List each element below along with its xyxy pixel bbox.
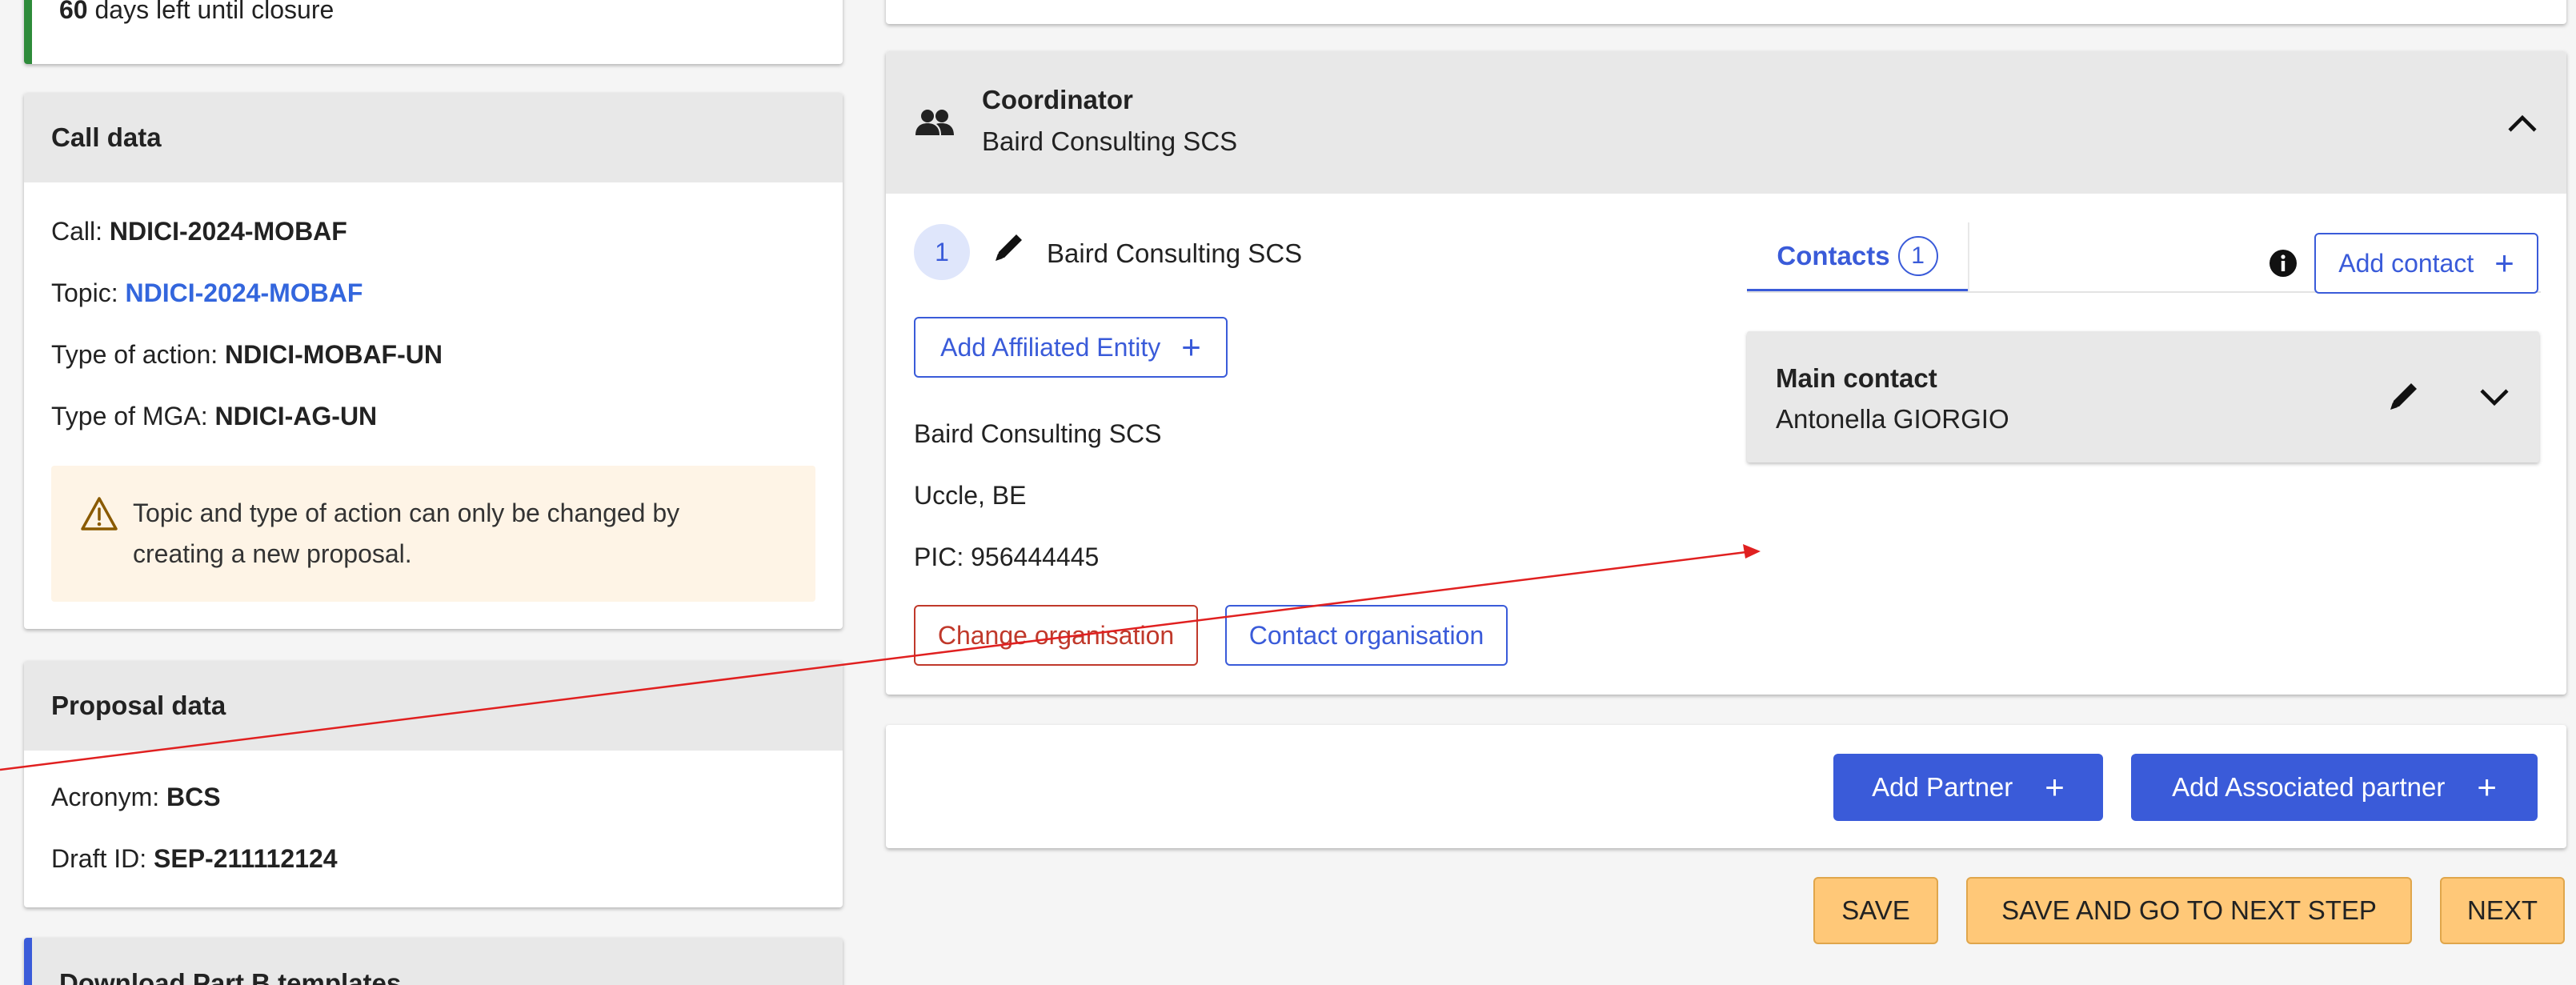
add-partner-label: Add Partner bbox=[1872, 772, 2013, 802]
warning-box: Topic and type of action can only be cha… bbox=[51, 466, 815, 602]
add-associated-partner-button[interactable]: Add Associated partner + bbox=[2131, 754, 2538, 821]
address-city: Uccle, BE bbox=[914, 481, 1027, 510]
chevron-up-icon[interactable] bbox=[2507, 114, 2538, 133]
main-contact-title: Main contact bbox=[1776, 363, 1937, 393]
accent-bar bbox=[24, 938, 32, 985]
add-associated-partner-label: Add Associated partner bbox=[2172, 772, 2446, 802]
type-of-action-row: Type of action: NDICI-MOBAF-UN bbox=[51, 340, 443, 369]
add-affiliated-entity-label: Add Affiliated Entity bbox=[940, 332, 1161, 362]
previous-section-card bbox=[886, 0, 2566, 24]
proposal-data-header: Proposal data bbox=[24, 661, 843, 751]
contact-organisation-label: Contact organisation bbox=[1248, 620, 1484, 650]
main-contact-panel[interactable]: Main contact Antonella GIORGIO bbox=[1747, 331, 2539, 462]
next-label: NEXT bbox=[2466, 895, 2538, 925]
warning-text: Topic and type of action can only be cha… bbox=[133, 499, 680, 568]
main-contact-name: Antonella GIORGIO bbox=[1776, 404, 2009, 434]
contacts-count-badge: 1 bbox=[1897, 235, 1938, 276]
topic-link[interactable]: NDICI-2024-MOBAF bbox=[125, 278, 363, 307]
plus-icon: + bbox=[2045, 768, 2065, 806]
acronym-row: Acronym: BCS bbox=[51, 783, 221, 811]
status-bar bbox=[24, 0, 32, 64]
entity-number-badge: 1 bbox=[914, 224, 970, 280]
save-and-next-button[interactable]: SAVE AND GO TO NEXT STEP bbox=[1966, 877, 2412, 944]
plus-icon: + bbox=[2477, 768, 2497, 806]
pic-number: PIC: 956444445 bbox=[914, 543, 1100, 571]
draft-id-row: Draft ID: SEP-211112124 bbox=[51, 844, 338, 873]
edit-icon[interactable] bbox=[2387, 378, 2422, 413]
address-name: Baird Consulting SCS bbox=[914, 419, 1162, 448]
add-partner-button[interactable]: Add Partner + bbox=[1833, 754, 2103, 821]
edit-icon[interactable] bbox=[992, 229, 1028, 264]
closure-card: 60 days left until closure bbox=[24, 0, 843, 64]
proposal-data-card: Proposal data Acronym: BCS Draft ID: SEP… bbox=[24, 661, 843, 907]
tab-separator bbox=[1968, 222, 1969, 291]
people-icon bbox=[915, 110, 954, 135]
coordinator-header[interactable]: Coordinator Baird Consulting SCS bbox=[886, 51, 2566, 194]
change-organisation-label: Change organisation bbox=[937, 620, 1175, 650]
add-contact-label: Add contact bbox=[2338, 248, 2474, 278]
proposal-data-title: Proposal data bbox=[51, 691, 226, 720]
download-templates-card[interactable]: Download Part B templates bbox=[24, 938, 843, 985]
tab-contacts-label: Contacts bbox=[1777, 240, 1890, 270]
plus-icon: + bbox=[2494, 244, 2514, 282]
call-data-title: Call data bbox=[51, 122, 162, 152]
next-button[interactable]: NEXT bbox=[2440, 877, 2565, 944]
info-icon[interactable] bbox=[2269, 249, 2298, 278]
download-templates-title: Download Part B templates bbox=[59, 968, 402, 985]
save-label: SAVE bbox=[1841, 895, 1910, 925]
chevron-down-icon[interactable] bbox=[2479, 387, 2510, 406]
call-data-header: Call data bbox=[24, 93, 843, 182]
closure-text: 60 days left until closure bbox=[59, 0, 335, 24]
change-organisation-button[interactable]: Change organisation bbox=[914, 605, 1198, 666]
coordinator-card: Coordinator Baird Consulting SCS 1 Baird… bbox=[886, 51, 2566, 695]
add-affiliated-entity-button[interactable]: Add Affiliated Entity + bbox=[914, 317, 1228, 378]
warning-icon bbox=[81, 497, 118, 531]
entity-name: Baird Consulting SCS bbox=[1047, 238, 1303, 268]
plus-icon: + bbox=[1181, 328, 1201, 366]
add-contact-button[interactable]: Add contact + bbox=[2314, 233, 2538, 294]
save-button[interactable]: SAVE bbox=[1813, 877, 1938, 944]
coordinator-org-name: Baird Consulting SCS bbox=[982, 126, 1238, 156]
save-and-next-label: SAVE AND GO TO NEXT STEP bbox=[2001, 895, 2377, 925]
partners-card: Add Partner + Add Associated partner + bbox=[886, 725, 2566, 848]
topic-row: Topic: NDICI-2024-MOBAF bbox=[51, 278, 363, 307]
tab-contacts[interactable]: Contacts 1 bbox=[1747, 222, 1968, 293]
type-of-mga-row: Type of MGA: NDICI-AG-UN bbox=[51, 402, 378, 430]
call-data-card: Call data Call: NDICI-2024-MOBAF Topic: … bbox=[24, 93, 843, 629]
contact-organisation-button[interactable]: Contact organisation bbox=[1225, 605, 1508, 666]
call-row: Call: NDICI-2024-MOBAF bbox=[51, 217, 347, 246]
coordinator-role: Coordinator bbox=[982, 85, 1133, 114]
